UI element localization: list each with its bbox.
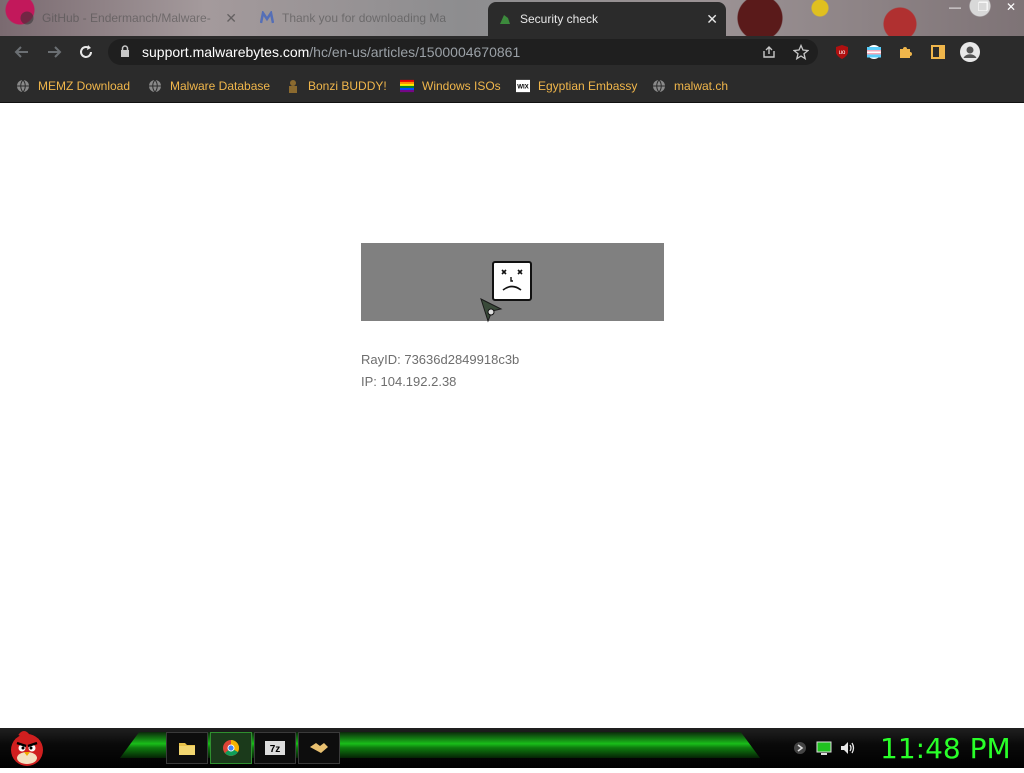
address-bar[interactable]: support.malwarebytes.com/hc/en-us/articl…: [108, 39, 818, 65]
title-bar: GitHub - Endermanch/Malware- ✕ Thank you…: [0, 0, 1024, 36]
svg-text:WIX: WIX: [517, 84, 529, 91]
taskbar-app-7zip[interactable]: 7z: [254, 732, 296, 764]
share-icon[interactable]: [760, 43, 778, 61]
puzzle-icon[interactable]: [896, 42, 916, 62]
forward-icon[interactable]: [44, 42, 64, 62]
url-text: support.malwarebytes.com/hc/en-us/articl…: [142, 44, 520, 60]
taskbar-app-chrome[interactable]: [210, 732, 252, 764]
taskbar-app-handshake[interactable]: [298, 732, 340, 764]
mouse-cursor-icon: [480, 298, 503, 323]
malwarebytes-icon: [260, 11, 274, 25]
url-path: /hc/en-us/articles/1500004670861: [309, 44, 521, 60]
globe-icon: [16, 79, 30, 93]
bookmark-bonzi-buddy[interactable]: Bonzi BUDDY!: [286, 77, 387, 95]
bookmark-malwatch[interactable]: malwat.ch: [652, 77, 728, 95]
cloudflare-icon: [498, 12, 512, 26]
browser-toolbar: support.malwarebytes.com/hc/en-us/articl…: [0, 36, 1024, 68]
tab-label: Thank you for downloading Ma: [282, 11, 447, 25]
reload-icon[interactable]: [76, 42, 96, 62]
ublock-icon[interactable]: uo: [832, 42, 852, 62]
error-image-box: [361, 243, 664, 323]
bookmark-label: Windows ISOs: [422, 79, 501, 93]
file-explorer-icon: [179, 743, 195, 755]
tab-security-check[interactable]: Security check ✕: [488, 2, 726, 36]
tab-malwarebytes[interactable]: Thank you for downloading Ma: [250, 4, 485, 32]
svg-text:7z: 7z: [270, 744, 281, 755]
github-icon: [20, 11, 34, 25]
back-icon[interactable]: [12, 42, 32, 62]
flag-extension-icon[interactable]: [864, 42, 884, 62]
start-button[interactable]: [6, 728, 48, 768]
sad-face-icon: [492, 261, 532, 301]
fidget-spinner-icon[interactable]: [792, 740, 808, 756]
volume-icon[interactable]: [840, 740, 856, 756]
ip-address: IP: 104.192.2.38: [361, 374, 457, 389]
chrome-icon: [223, 740, 240, 756]
rainbow-flag-icon: [400, 79, 414, 93]
monitor-icon[interactable]: [816, 740, 832, 756]
maximize-button[interactable]: ❐: [976, 0, 990, 14]
7zip-icon: 7z: [265, 741, 285, 755]
tab-label: GitHub - Endermanch/Malware-: [42, 11, 211, 25]
globe-icon: [148, 79, 162, 93]
lock-icon: [121, 45, 129, 57]
bookmarks-bar: MEMZ Download Malware Database Bonzi BUD…: [0, 68, 1024, 103]
taskbar: 7z 11:48 PM: [0, 728, 1024, 768]
bookmark-memz[interactable]: MEMZ Download: [16, 77, 130, 95]
bookmark-windows-isos[interactable]: Windows ISOs: [400, 77, 501, 95]
close-icon[interactable]: ✕: [225, 10, 237, 27]
taskbar-app-explorer[interactable]: [166, 732, 208, 764]
sidepanel-icon[interactable]: [928, 42, 948, 62]
close-window-button[interactable]: ✕: [1004, 0, 1018, 14]
bookmark-label: Malware Database: [170, 79, 271, 93]
tab-github[interactable]: GitHub - Endermanch/Malware- ✕: [10, 4, 245, 32]
window-controls: — ❐ ✕: [948, 0, 1018, 14]
ray-id: RayID: 73636d2849918c3b: [361, 352, 520, 367]
star-icon[interactable]: [792, 43, 810, 61]
url-host: support.malwarebytes.com: [142, 44, 310, 60]
bookmark-label: MEMZ Download: [38, 79, 131, 93]
globe-icon: [652, 79, 666, 93]
wix-icon: WIX: [516, 79, 530, 93]
bonzi-icon: [286, 79, 300, 93]
taskbar-clock[interactable]: 11:48 PM: [880, 732, 1011, 765]
bookmark-label: malwat.ch: [674, 79, 729, 93]
close-icon[interactable]: ✕: [706, 11, 718, 28]
minimize-button[interactable]: —: [948, 0, 962, 14]
bookmark-egyptian-embassy[interactable]: WIX Egyptian Embassy: [516, 77, 637, 95]
bookmark-malware-database[interactable]: Malware Database: [148, 77, 270, 95]
angry-bird-icon: [11, 731, 43, 766]
bookmark-label: Bonzi BUDDY!: [308, 79, 387, 93]
page-content: RayID: 73636d2849918c3b IP: 104.192.2.38: [0, 103, 1024, 728]
tab-label: Security check: [520, 12, 599, 26]
svg-text:uo: uo: [839, 50, 846, 56]
bookmark-label: Egyptian Embassy: [538, 79, 638, 93]
profile-icon[interactable]: [960, 42, 980, 62]
handshake-icon: [310, 743, 328, 753]
